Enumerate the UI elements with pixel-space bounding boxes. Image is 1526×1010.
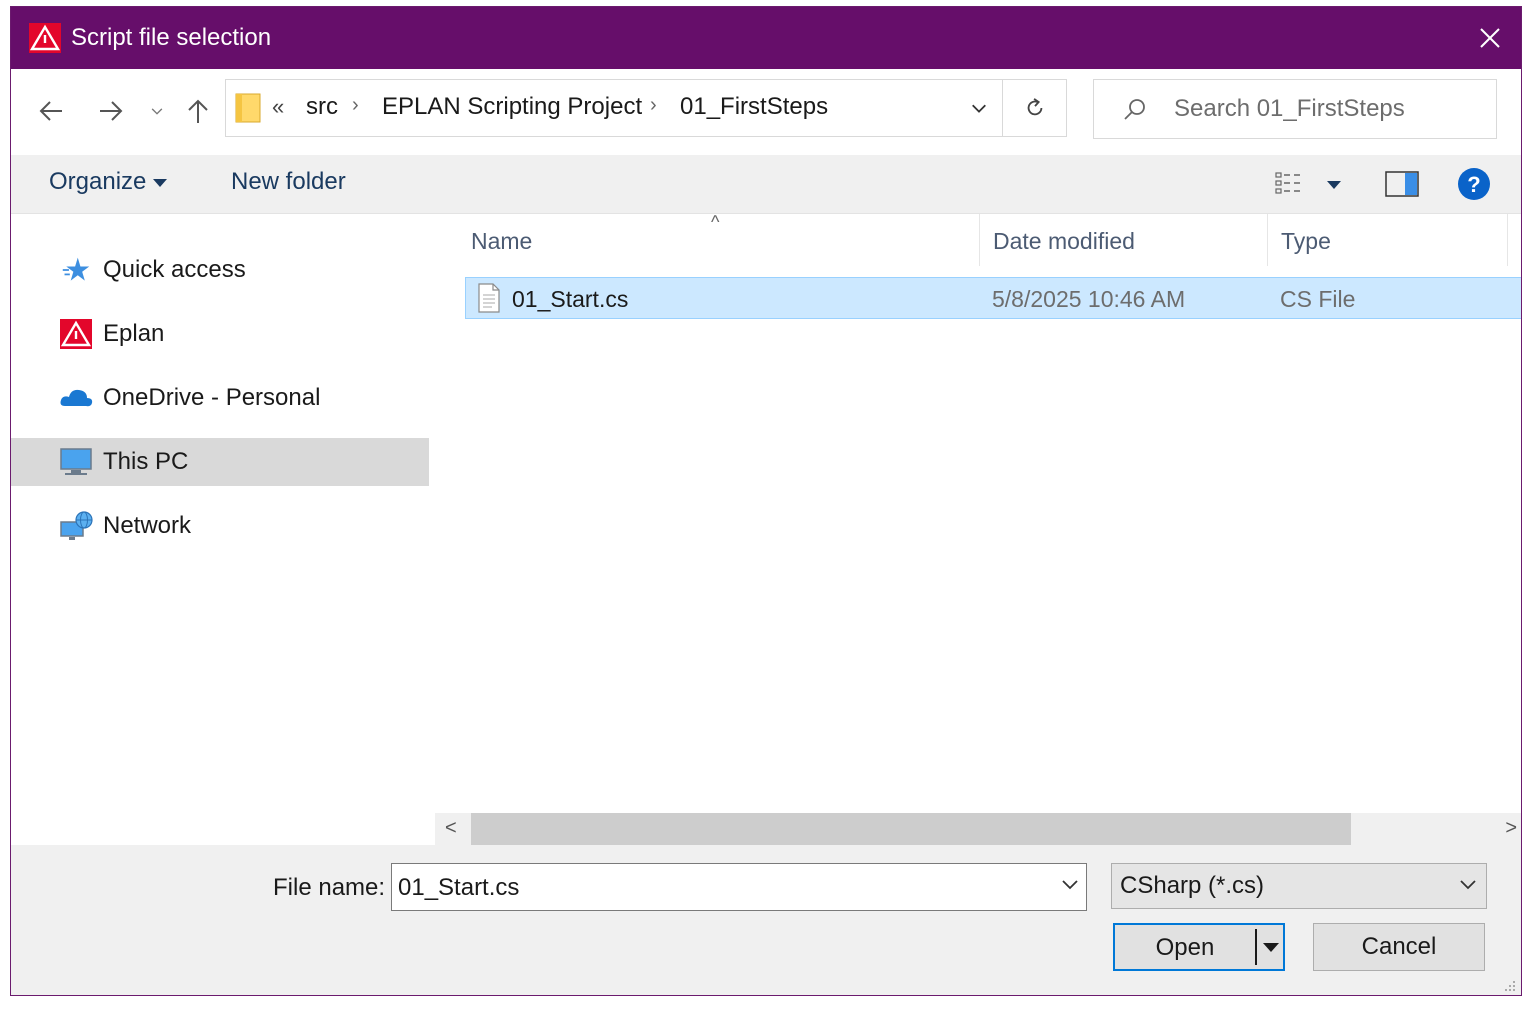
sidebar-item-quick-access[interactable]: Quick access xyxy=(11,246,429,294)
scrollbar-thumb[interactable] xyxy=(471,813,1351,845)
sidebar-item-label: Quick access xyxy=(103,256,246,283)
cancel-button-label: Cancel xyxy=(1361,933,1437,960)
folder-icon xyxy=(235,93,261,123)
chevron-down-icon xyxy=(151,108,163,115)
open-options-arrow-icon[interactable] xyxy=(1263,943,1279,952)
sidebar-item-label: This PC xyxy=(103,448,189,475)
network-icon xyxy=(59,509,93,543)
horizontal-scrollbar[interactable]: < > xyxy=(435,813,1521,845)
breadcrumb-separator: › xyxy=(650,94,657,116)
breadcrumb-project[interactable]: EPLAN Scripting Project xyxy=(382,92,642,122)
file-date-modified: 5/8/2025 10:46 AM xyxy=(992,286,1186,312)
sidebar-item-label: Network xyxy=(103,512,192,539)
column-header-name[interactable]: Name xyxy=(471,226,532,256)
resize-grip-icon[interactable] xyxy=(1501,977,1517,993)
open-button[interactable]: Open xyxy=(1113,923,1285,971)
preview-pane-icon xyxy=(1385,171,1419,197)
up-button[interactable] xyxy=(183,91,213,131)
breadcrumb-separator: › xyxy=(352,94,359,116)
arrow-left-icon xyxy=(39,101,62,121)
refresh-button[interactable] xyxy=(1002,80,1067,136)
breadcrumb-overflow[interactable]: « xyxy=(272,94,284,120)
file-name-field[interactable]: 01_Start.cs xyxy=(391,863,1087,911)
file-type-filter[interactable]: CSharp (*.cs) xyxy=(1111,863,1487,909)
file-type: CS File xyxy=(1280,286,1356,312)
file-list: ^ Name Date modified Type 01_Start.cs 5/… xyxy=(435,212,1521,814)
column-divider[interactable] xyxy=(1267,214,1268,266)
eplan-logo-icon xyxy=(29,23,61,53)
file-name-label: File name: xyxy=(273,874,386,901)
dialog-footer: File name: 01_Start.cs CSharp (*.cs) Ope… xyxy=(11,845,1521,995)
chevron-down-icon xyxy=(1460,880,1476,890)
organize-caret-icon xyxy=(153,179,167,187)
address-bar[interactable]: « src › EPLAN Scripting Project › 01_Fir… xyxy=(225,79,1067,137)
organize-button[interactable]: Organize xyxy=(49,167,146,197)
details-view-icon xyxy=(1275,172,1300,194)
sidebar-item-network[interactable]: Network xyxy=(11,502,429,550)
breadcrumb-current[interactable]: 01_FirstSteps xyxy=(680,92,828,122)
open-button-label: Open xyxy=(1155,934,1215,961)
view-options-button[interactable] xyxy=(1275,167,1309,201)
scroll-left-icon[interactable]: < xyxy=(445,817,457,840)
close-icon xyxy=(1480,28,1500,48)
column-header-date-modified[interactable]: Date modified xyxy=(993,226,1135,256)
title-bar: Script file selection xyxy=(11,7,1521,69)
close-button[interactable] xyxy=(1459,7,1521,69)
help-icon: ? xyxy=(1458,168,1490,200)
sidebar-item-label: OneDrive - Personal xyxy=(103,384,321,411)
sidebar-item-onedrive[interactable]: OneDrive - Personal xyxy=(11,374,429,422)
scroll-right-icon[interactable]: > xyxy=(1505,817,1517,840)
file-dialog: Script file selection « src › EPLAN Scri… xyxy=(10,6,1522,996)
table-row[interactable]: 01_Start.cs 5/8/2025 10:46 AM CS File xyxy=(465,277,1521,319)
file-icon xyxy=(478,283,500,313)
file-name-value: 01_Start.cs xyxy=(398,874,520,901)
command-bar: Organize New folder ? xyxy=(11,155,1521,214)
sidebar-item-label: Eplan xyxy=(103,320,165,347)
star-icon xyxy=(59,253,93,287)
column-divider[interactable] xyxy=(1507,214,1508,266)
navigation-bar: « src › EPLAN Scripting Project › 01_Fir… xyxy=(11,69,1521,155)
sidebar-item-this-pc[interactable]: This PC xyxy=(11,438,429,486)
address-dropdown-button[interactable] xyxy=(954,80,1004,136)
back-button[interactable] xyxy=(35,91,67,131)
eplan-logo-icon xyxy=(59,317,93,351)
column-divider[interactable] xyxy=(979,214,980,266)
new-folder-button[interactable]: New folder xyxy=(231,167,346,197)
help-button[interactable]: ? xyxy=(1457,167,1491,201)
chevron-down-icon[interactable] xyxy=(1060,874,1080,894)
split-divider xyxy=(1255,929,1257,965)
cancel-button[interactable]: Cancel xyxy=(1313,923,1485,971)
window-title: Script file selection xyxy=(71,24,272,51)
chevron-down-icon xyxy=(972,104,986,113)
search-box[interactable]: Search 01_FirstSteps xyxy=(1093,79,1497,139)
forward-button[interactable] xyxy=(95,91,127,131)
column-header-type[interactable]: Type xyxy=(1281,226,1331,256)
search-icon xyxy=(1124,99,1145,120)
file-type-filter-value: CSharp (*.cs) xyxy=(1120,872,1265,899)
preview-pane-button[interactable] xyxy=(1385,167,1419,201)
view-caret-icon[interactable] xyxy=(1327,181,1341,189)
sidebar-item-eplan[interactable]: Eplan xyxy=(11,310,429,358)
refresh-icon xyxy=(1027,98,1043,116)
search-placeholder: Search 01_FirstSteps xyxy=(1174,95,1405,122)
help-label: ? xyxy=(1467,172,1480,197)
arrow-right-icon xyxy=(100,101,123,121)
cloud-icon xyxy=(59,381,93,415)
navigation-pane: Quick access Eplan OneDrive - Personal T… xyxy=(11,214,433,844)
arrow-up-icon xyxy=(188,99,208,123)
file-name: 01_Start.cs xyxy=(512,286,629,312)
computer-icon xyxy=(59,445,93,479)
recent-locations-button[interactable] xyxy=(147,91,167,131)
sort-ascending-icon: ^ xyxy=(711,212,720,232)
breadcrumb-src[interactable]: src xyxy=(306,92,338,122)
